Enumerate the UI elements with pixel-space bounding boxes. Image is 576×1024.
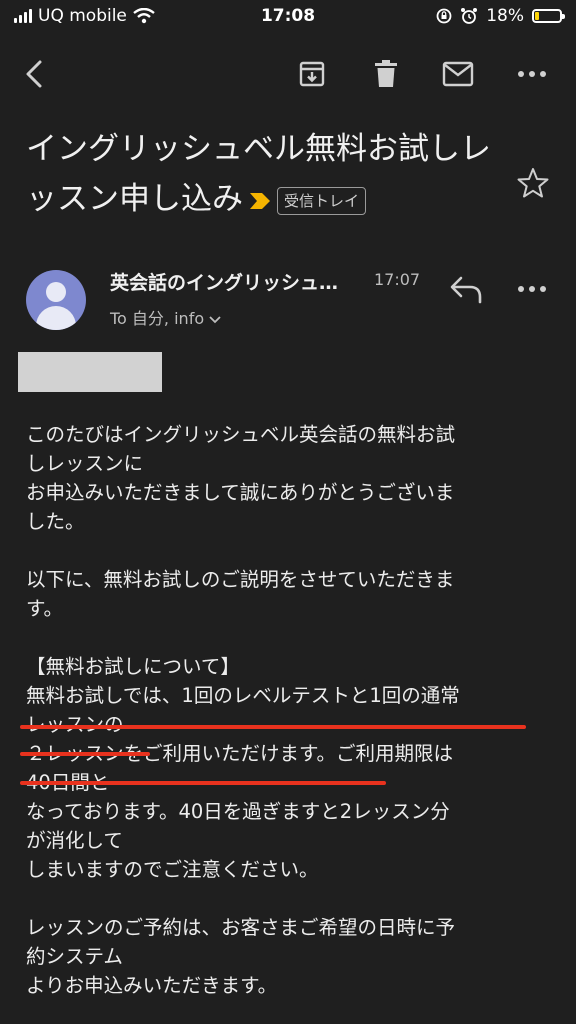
important-marker-icon[interactable] — [249, 192, 271, 210]
chevron-down-icon — [209, 316, 221, 324]
avatar[interactable] — [26, 270, 86, 330]
mail-icon[interactable] — [438, 54, 478, 94]
body-line: す。 — [26, 597, 64, 620]
body-line: しレッスンに — [26, 452, 144, 475]
redacted-block — [18, 352, 162, 392]
body-line: お申込みいただきまして誠にありがとうございま — [26, 481, 455, 504]
email-body: このたびはイングリッシュベル英会話の無料お試 しレッスンに お申込みいただきまし… — [26, 420, 546, 1000]
delete-icon[interactable] — [366, 54, 406, 94]
recipients-toggle[interactable]: To 自分, info — [110, 305, 221, 329]
toolbar — [0, 44, 576, 104]
body-line: 約システム — [26, 945, 123, 968]
highlight-underline — [20, 725, 526, 729]
email-subject: イングリッシュベル無料お試しレッスン申し込み 受信トレイ — [26, 124, 496, 224]
battery-percent: 18% — [486, 6, 524, 26]
inbox-label[interactable]: 受信トレイ — [277, 186, 367, 215]
highlight-underline — [20, 781, 386, 785]
reply-icon[interactable] — [448, 272, 484, 306]
star-icon[interactable] — [516, 166, 550, 200]
body-line: が消化して — [26, 829, 123, 852]
rotation-lock-icon — [436, 8, 452, 24]
body-line: よりお申込みいただきます。 — [26, 974, 278, 997]
message-more-icon[interactable] — [514, 276, 550, 302]
body-line: 以下に、無料お試しのご説明をさせていただきま — [26, 568, 455, 591]
highlight-underline — [20, 752, 150, 756]
sender-name[interactable]: 英会話のイングリッシュ… — [110, 268, 338, 295]
recipients-text: To 自分, info — [110, 309, 205, 328]
body-line: した。 — [26, 510, 85, 533]
body-line: 【無料お試しについて】 — [26, 655, 240, 678]
battery-icon — [532, 9, 565, 23]
more-icon[interactable] — [512, 54, 552, 94]
email-time: 17:07 — [374, 270, 421, 289]
back-icon[interactable] — [14, 54, 54, 94]
body-line: レッスンのご予約は、お客さまご希望の日時に予 — [26, 916, 456, 939]
status-bar: UQ mobile 17:08 18% — [0, 0, 576, 34]
archive-icon[interactable] — [292, 54, 332, 94]
body-line: このたびはイングリッシュベル英会話の無料お試 — [26, 423, 456, 446]
body-line: なっております。40日を過ぎますと2レッスン分 — [26, 800, 450, 823]
body-line: 無料お試しでは、1回のレベルテストと1回の通常 — [26, 684, 460, 707]
alarm-icon — [461, 8, 478, 24]
body-line: しまいますのでご注意ください。 — [26, 858, 319, 881]
